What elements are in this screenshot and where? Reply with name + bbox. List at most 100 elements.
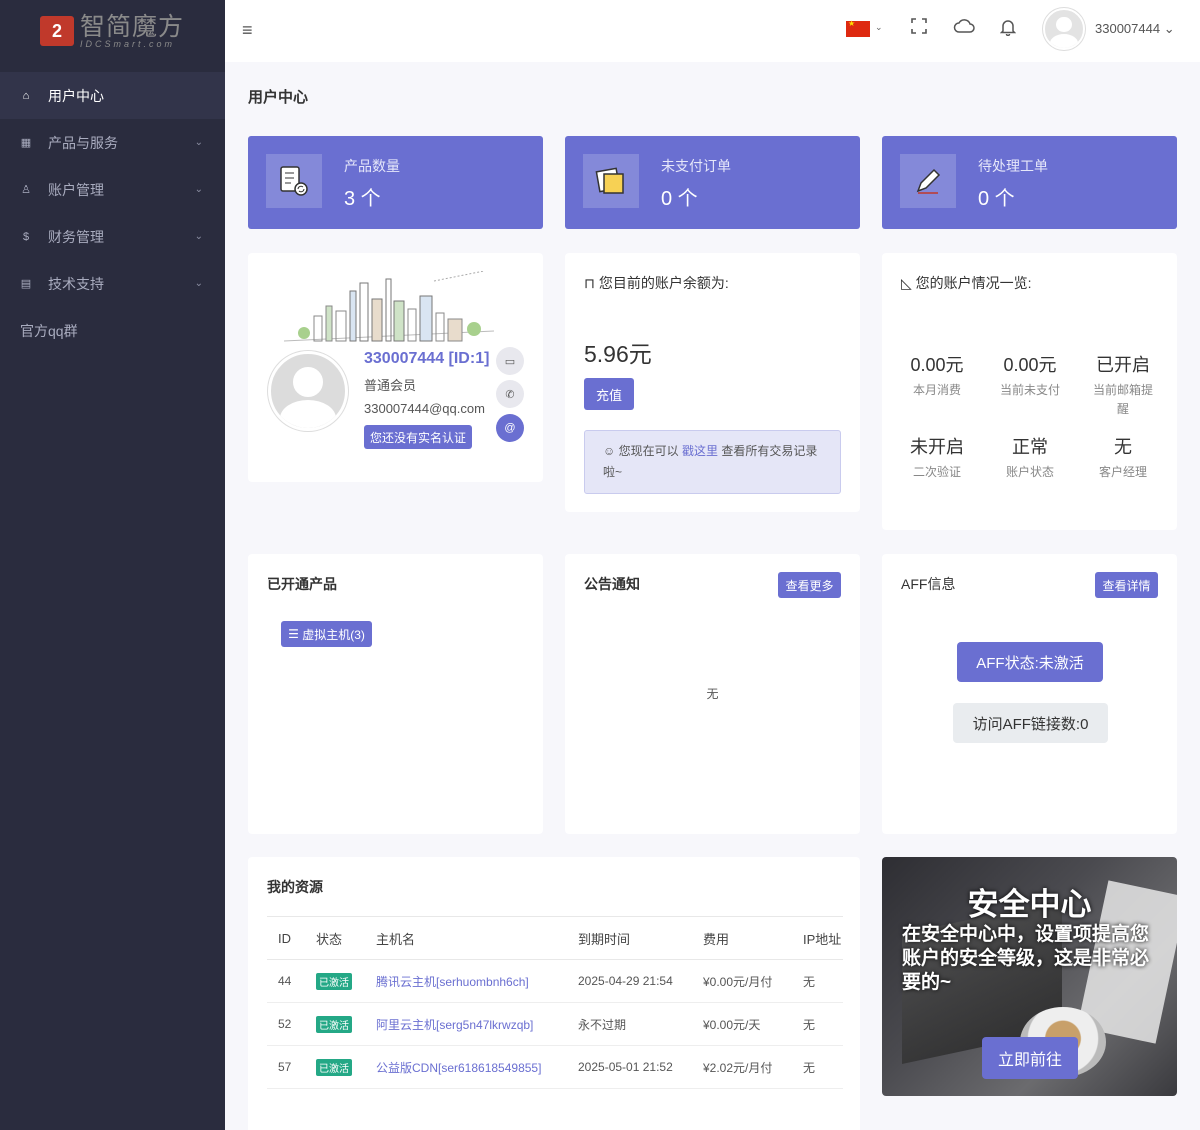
overview-value: 未开启: [910, 437, 964, 457]
cell-host-link[interactable]: 公益版CDN[ser618618549855]: [365, 1045, 567, 1089]
column-header: 主机名: [365, 916, 567, 960]
logo-text: 智简魔方: [80, 11, 185, 41]
view-details-button[interactable]: 查看详情: [1095, 572, 1158, 598]
logo-subtext: IDCSmart.com: [80, 38, 176, 49]
cell-host-link[interactable]: 腾讯云主机[serhuombnh6ch]: [365, 959, 567, 1003]
menu-toggle-icon[interactable]: ≡: [242, 20, 253, 41]
logo[interactable]: 2 智简魔方 IDCSmart.com: [0, 0, 225, 62]
go-now-button[interactable]: 立即前往: [982, 1037, 1078, 1079]
bookmark-icon: ⊓: [584, 275, 595, 291]
phone-icon[interactable]: ✆: [496, 380, 524, 408]
stat-card-products[interactable]: 产品数量 3 个: [248, 136, 543, 229]
status-badge: 已激活: [316, 972, 352, 990]
sidebar-item-label: 财务管理: [48, 228, 104, 245]
smile-icon: ☺: [603, 444, 616, 458]
chevron-down-icon: ⌄: [194, 231, 203, 242]
profile-name: 330007444 [ID:1]: [364, 350, 490, 367]
balance-value: 5.96元: [584, 341, 652, 367]
user-avatar[interactable]: [1043, 8, 1085, 50]
account-overview-card: ◺ 您的账户情况一览: 0.00元 本月消费 0.00元 当前未支付 已开启 当前邮箱…: [882, 253, 1177, 530]
sidebar-item-qq-group[interactable]: 官方qq群: [0, 307, 225, 354]
table-row[interactable]: 57 已激活 公益版CDN[ser618618549855] 2025-05-0…: [267, 1045, 843, 1089]
security-description: 在安全中心中，设置项提高您账户的安全等级，这是非常必要的~: [902, 924, 1150, 993]
announcement-card: 公告通知 查看更多 无: [565, 554, 860, 834]
dollar-icon: $: [22, 230, 30, 243]
column-header: IP地址: [792, 916, 843, 960]
view-more-button[interactable]: 查看更多: [778, 572, 841, 598]
overview-value: 正常: [1012, 437, 1048, 457]
sidebar-item-label: 账户管理: [48, 181, 104, 198]
chevron-down-icon: ⌄: [194, 184, 203, 195]
username-dropdown[interactable]: 330007444 ⌄: [1095, 21, 1175, 37]
virtual-host-label: 虚拟主机(3): [302, 627, 365, 642]
stat-card-unpaid-orders[interactable]: 未支付订单 0 个: [565, 136, 860, 229]
cell-ip: 无: [792, 1045, 843, 1089]
active-products-card: 已开通产品 ☰ 虚拟主机(3): [248, 554, 543, 834]
cell-host-link[interactable]: 阿里云主机[serg5n47lkrwzqb]: [365, 1002, 567, 1046]
cell-expire: 永不过期: [567, 1002, 692, 1046]
balance-title-text: 您目前的账户余额为:: [598, 275, 729, 291]
notice-title: 公告通知: [584, 576, 640, 592]
overview-label: 账户状态: [1005, 465, 1054, 479]
china-flag-icon[interactable]: [846, 19, 870, 37]
aff-visit-count: 访问AFF链接数:0: [953, 703, 1108, 743]
cell-fee: ¥0.00元/天: [692, 1002, 792, 1046]
transaction-note: ☺ 您现在可以 戳这里 查看所有交易记录啦~: [584, 430, 841, 494]
profile-card: 330007444 [ID:1] 普通会员 330007444@qq.com 您…: [248, 253, 543, 482]
sidebar-item-products[interactable]: ▦ 产品与服务 ⌄: [0, 119, 225, 166]
fullscreen-icon[interactable]: [911, 18, 927, 39]
sidebar-item-finance[interactable]: $ 财务管理 ⌄: [0, 213, 225, 260]
chevron-down-icon[interactable]: ⌄: [875, 22, 883, 33]
aff-status-button[interactable]: AFF状态:未激活: [957, 642, 1103, 682]
overview-item: 0.00元本月消费: [892, 351, 982, 400]
my-resources-card: 我的资源 ID 状态 主机名 到期时间 费用 IP地址 44 已激活 腾讯云主机…: [248, 857, 860, 1130]
cloud-icon[interactable]: [953, 18, 975, 39]
status-badge: 已激活: [316, 1015, 352, 1033]
logo-icon: 2: [40, 16, 74, 46]
cell-status: 已激活: [305, 959, 365, 1003]
overview-item: 未开启 二次验证: [892, 433, 982, 482]
overview-label: 二次验证: [912, 465, 961, 479]
real-name-verify-button[interactable]: 您还没有实名认证: [364, 425, 472, 449]
profile-email: 330007444@qq.com: [364, 401, 485, 416]
overview-value: 0.00元: [1003, 355, 1057, 375]
overview-item: 无客户经理: [1078, 433, 1168, 482]
overview-label: 本月消费: [912, 383, 961, 397]
table-row[interactable]: 52 已激活 阿里云主机[serg5n47lkrwzqb] 永不过期 ¥0.00…: [267, 1002, 843, 1046]
sticky-note-icon: [583, 154, 639, 208]
cell-ip: 无: [792, 1002, 843, 1046]
cell-expire: 2025-05-01 21:52: [567, 1045, 692, 1089]
transaction-link[interactable]: 戳这里: [682, 444, 718, 458]
overview-value: 0.00元: [910, 355, 964, 375]
security-center-banner: 安全中心 在安全中心中，设置项提高您账户的安全等级，这是非常必要的~ 立即前往: [882, 857, 1177, 1096]
stat-value: 0 个: [978, 188, 1015, 210]
monitor-icon[interactable]: ▭: [496, 347, 524, 375]
table-row[interactable]: 44 已激活 腾讯云主机[serhuombnh6ch] 2025-04-29 2…: [267, 959, 843, 1003]
cell-ip: 无: [792, 959, 843, 1003]
email-icon[interactable]: @: [496, 414, 524, 442]
overview-value: 无: [1114, 437, 1132, 457]
virtual-host-button[interactable]: ☰ 虚拟主机(3): [281, 621, 372, 647]
grid-icon: ▦: [20, 137, 32, 149]
overview-item: 正常 账户状态: [985, 433, 1075, 482]
sidebar: 2 智简魔方 IDCSmart.com ⌂ 用户中心 ▦ 产品与服务 ⌄ ♙ 账…: [0, 0, 225, 1130]
balance-title: ⊓ 您目前的账户余额为:: [584, 273, 729, 293]
sidebar-item-account[interactable]: ♙ 账户管理 ⌄: [0, 166, 225, 213]
stat-value: 3 个: [344, 188, 381, 210]
stat-card-tickets[interactable]: 待处理工单 0 个: [882, 136, 1177, 229]
sidebar-item-user-center[interactable]: ⌂ 用户中心: [0, 72, 225, 119]
recharge-button[interactable]: 充值: [584, 378, 634, 410]
status-badge: 已激活: [316, 1058, 352, 1076]
sidebar-item-support[interactable]: ▤ 技术支持 ⌄: [0, 260, 225, 307]
notice-empty: 无: [706, 687, 719, 701]
sidebar-nav: ⌂ 用户中心 ▦ 产品与服务 ⌄ ♙ 账户管理 ⌄ $ 财务管理 ⌄ ▤ 技术支…: [0, 72, 225, 354]
bell-icon[interactable]: [999, 18, 1017, 41]
overview-label: 客户经理: [1098, 465, 1147, 479]
support-icon: ▤: [20, 278, 32, 290]
server-icon: ☰: [288, 627, 299, 641]
sidebar-item-label: 技术支持: [48, 275, 104, 292]
cell-id: 57: [267, 1045, 305, 1089]
aff-title: AFF信息: [901, 576, 956, 592]
profile-avatar[interactable]: [268, 351, 348, 431]
resources-title: 我的资源: [267, 879, 323, 895]
